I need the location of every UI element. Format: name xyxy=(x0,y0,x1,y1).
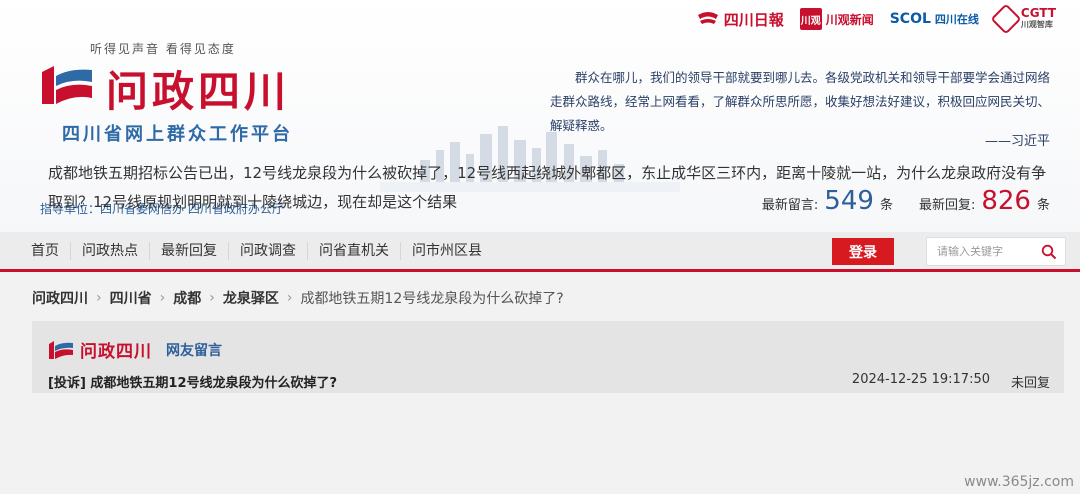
breadcrumb-item-province[interactable]: 四川省 xyxy=(110,288,152,308)
breadcrumb-item-current: 成都地铁五期12号线龙泉段为什么砍掉了? xyxy=(300,291,564,307)
nav-item-provincial-agencies[interactable]: 问省直机关 xyxy=(307,241,400,260)
post-status: 未回复 xyxy=(1010,376,1050,391)
leader-quote: 群众在哪儿，我们的领导干部就要到哪儿去。各级党政机关和领导干部要学会通过网络走群… xyxy=(550,70,1051,133)
cgtt-logo[interactable]: CGTT 川观智库 xyxy=(990,3,1056,35)
post-category-tag: 网友留言 xyxy=(166,342,222,359)
login-button[interactable]: 登录 xyxy=(832,238,894,265)
card-logo-text: 问政四川 xyxy=(80,342,152,362)
nav-item-latest-replies[interactable]: 最新回复 xyxy=(149,241,228,260)
scol-logo[interactable]: SCOL 四川在线 xyxy=(890,11,979,27)
post-body: 成都地铁五期招标公告已出，12号线龙泉段为什么被砍掉了，12号线西起绕城外郫都区… xyxy=(48,164,1047,211)
watermark-text: www.365jz.com xyxy=(964,474,1074,490)
chuanguan-icon: 川观 xyxy=(799,8,822,30)
breadcrumb-item-home[interactable]: 问政四川 xyxy=(32,288,88,308)
site-logo-icon xyxy=(42,66,92,104)
nav-items: 首页 问政热点 最新回复 问政调查 问省直机关 问市州区县 xyxy=(20,232,493,269)
search-icon[interactable] xyxy=(1041,244,1057,260)
post-title: [投诉] 成都地铁五期12号线龙泉段为什么砍掉了? xyxy=(48,376,338,391)
breadcrumb: 问政四川 › 四川省 › 成都 › 龙泉驿区 › 成都地铁五期12号线龙泉段为什… xyxy=(32,288,564,308)
nav-item-hot[interactable]: 问政热点 xyxy=(70,241,149,260)
search-box xyxy=(926,237,1066,266)
chuanguan-label: 川观新闻 xyxy=(825,12,874,27)
post-header-card: 问政四川 网友留言 [投诉] 成都地铁五期12号线龙泉段为什么砍掉了? 2024… xyxy=(32,321,1064,393)
cgtt-icon xyxy=(990,3,1022,35)
sichuan-daily-logo[interactable]: 四川日報 xyxy=(696,9,784,30)
chevron-right-icon: › xyxy=(209,290,215,306)
main-content: 问政四川 › 四川省 › 成都 › 龙泉驿区 › 成都地铁五期12号线龙泉段为什… xyxy=(0,275,1080,494)
chevron-right-icon: › xyxy=(96,290,102,306)
breadcrumb-item-district[interactable]: 龙泉驿区 xyxy=(223,288,279,308)
breadcrumb-item-city[interactable]: 成都 xyxy=(173,288,201,308)
sichuan-daily-label: 四川日報 xyxy=(723,10,784,29)
quote-author: ——习近平 xyxy=(984,134,1050,149)
post-timestamp: 2024-12-25 19:17:50 xyxy=(851,372,990,387)
card-logo: 问政四川 网友留言 xyxy=(48,337,222,362)
site-slogan: 听得见声音 看得见态度 xyxy=(90,42,236,56)
site-subtitle: 四川省网上群众工作平台 xyxy=(62,124,293,145)
site-title[interactable]: 问政四川 xyxy=(106,58,290,119)
chevron-right-icon: › xyxy=(286,290,293,306)
cgtt-sub-label: 川观智库 xyxy=(1020,20,1053,29)
main-nav: 首页 问政热点 最新回复 问政调查 问省直机关 问市州区县 登录 xyxy=(0,232,1080,272)
card-logo-icon xyxy=(49,340,73,359)
nav-item-home[interactable]: 首页 xyxy=(20,242,70,260)
nav-item-cities-counties[interactable]: 问市州区县 xyxy=(400,241,493,260)
sichuan-daily-icon xyxy=(697,12,718,24)
chuanguan-logo[interactable]: 川观 川观新闻 xyxy=(799,8,874,30)
cgtt-label: CGTT xyxy=(1020,6,1056,20)
search-input[interactable] xyxy=(937,245,1045,258)
nav-item-survey[interactable]: 问政调查 xyxy=(228,241,307,260)
scol-label: SCOL xyxy=(889,11,931,27)
scol-sub-label: 四川在线 xyxy=(934,13,979,26)
chevron-right-icon: › xyxy=(159,290,166,306)
partner-logos: 四川日報 川观 川观新闻 SCOL 四川在线 CGTT 川观智库 xyxy=(696,3,1056,35)
